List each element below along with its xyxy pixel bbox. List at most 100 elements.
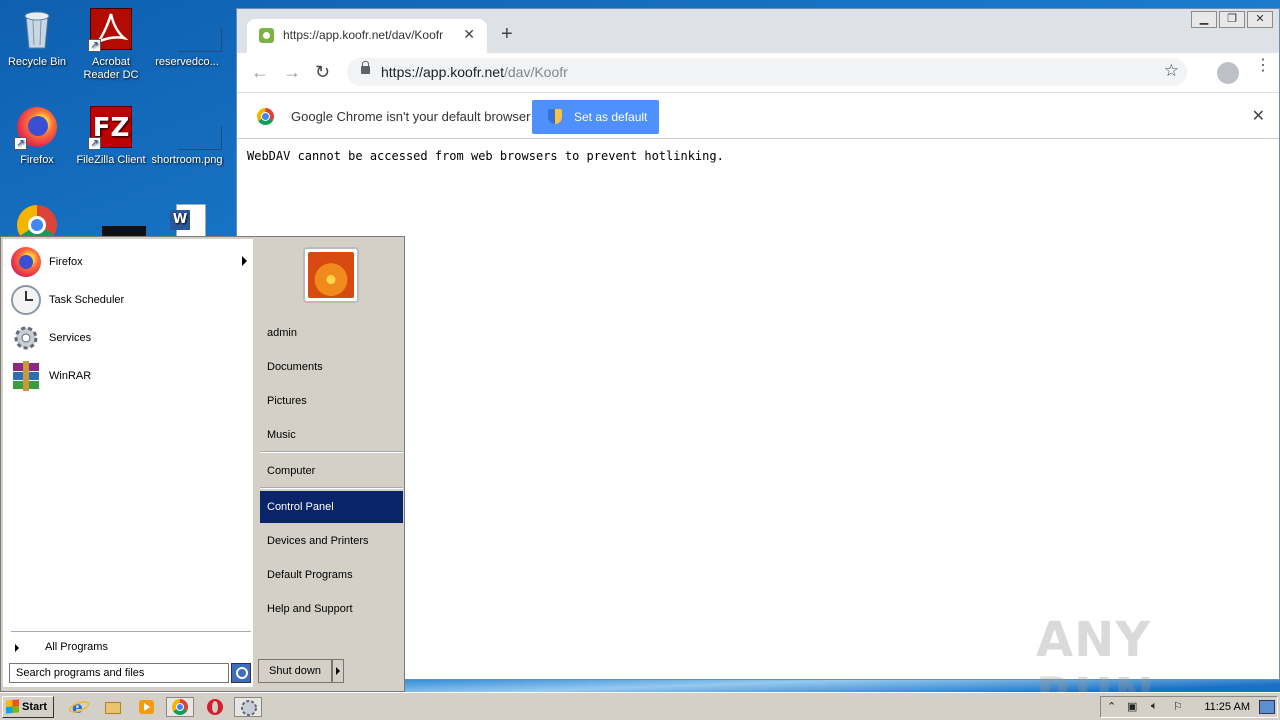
tab-koofr[interactable]: https://app.koofr.net/dav/Koofr ✕ bbox=[247, 19, 487, 53]
desktop-icon-firefox[interactable]: ↗ Firefox bbox=[0, 104, 74, 167]
start-place-documents[interactable]: Documents bbox=[260, 351, 403, 383]
infobar-message: Google Chrome isn't your default browser bbox=[291, 109, 531, 124]
action-center-flag-icon[interactable]: ⚐ bbox=[1173, 700, 1183, 713]
start-place-control-panel[interactable]: Control Panel bbox=[260, 491, 403, 523]
shortcut-arrow-icon: ↗ bbox=[14, 137, 27, 150]
tab-title: https://app.koofr.net/dav/Koofr bbox=[283, 28, 444, 42]
recycle-bin-icon bbox=[14, 6, 60, 52]
forward-icon[interactable]: → bbox=[283, 62, 301, 83]
start-item-label: WinRAR bbox=[49, 370, 92, 382]
default-browser-infobar: Google Chrome isn't your default browser… bbox=[237, 93, 1279, 139]
address-url: https://app.koofr.net/dav/Koofr bbox=[381, 64, 568, 80]
set-as-default-label: Set as default bbox=[574, 110, 648, 124]
koofr-favicon-icon bbox=[259, 28, 274, 43]
desktop-icon-filezilla[interactable]: FZ ↗ FileZilla Client bbox=[74, 104, 148, 167]
lock-icon bbox=[361, 61, 370, 74]
minimize-icon[interactable]: ▁ bbox=[1191, 11, 1217, 28]
shortcut-arrow-icon: ↗ bbox=[88, 137, 101, 150]
start-place-music[interactable]: Music bbox=[260, 419, 403, 451]
desktop-icon-acrobat[interactable]: ↗ Acrobat Reader DC bbox=[74, 6, 148, 82]
start-item-task-scheduler[interactable]: Task Scheduler bbox=[11, 283, 251, 317]
opera-icon[interactable] bbox=[204, 697, 226, 717]
separator bbox=[260, 451, 403, 453]
start-place-help-and-support[interactable]: Help and Support bbox=[260, 593, 403, 625]
desktop-icon-reservedco[interactable]: reservedco... bbox=[150, 6, 224, 69]
gear-icon bbox=[11, 323, 41, 353]
start-button[interactable]: Start bbox=[2, 696, 54, 718]
url-path: /dav/Koofr bbox=[503, 64, 568, 80]
desktop-icon-label: reservedco... bbox=[155, 56, 219, 68]
start-item-firefox[interactable]: Firefox bbox=[11, 245, 251, 279]
menu-dots-icon[interactable]: ⋮ bbox=[1255, 58, 1271, 74]
start-menu-programs-pane: Firefox Task Scheduler Services WinRAR A… bbox=[3, 239, 253, 687]
image-file-icon bbox=[164, 104, 222, 150]
separator bbox=[260, 487, 403, 489]
new-tab-icon[interactable]: + bbox=[501, 23, 513, 46]
shut-down-options-arrow-icon[interactable] bbox=[332, 659, 344, 683]
close-window-icon[interactable]: ✕ bbox=[1247, 11, 1273, 28]
start-item-services[interactable]: Services bbox=[11, 321, 251, 355]
browser-toolbar: ← → ↻ https://app.koofr.net/dav/Koofr ☆ … bbox=[237, 53, 1279, 93]
desktop-icon-label: Firefox bbox=[20, 154, 54, 166]
start-item-label: Task Scheduler bbox=[49, 294, 125, 306]
filezilla-icon: FZ ↗ bbox=[88, 104, 134, 150]
desktop-icon-label: FileZilla Client bbox=[76, 154, 146, 166]
volume-icon[interactable]: 🔈︎ bbox=[1151, 700, 1158, 713]
window-controls: ▁ ❐ ✕ bbox=[1191, 11, 1273, 28]
all-programs-label: All Programs bbox=[45, 641, 108, 653]
expand-arrow-icon bbox=[15, 644, 19, 652]
windows-flag-icon bbox=[6, 699, 19, 714]
page-content: WebDAV cannot be accessed from web brows… bbox=[247, 149, 724, 163]
desktop-icon-shortroom[interactable]: shortroom.png bbox=[150, 104, 224, 167]
back-icon[interactable]: ← bbox=[251, 62, 269, 83]
shortcut-arrow-icon: ↗ bbox=[88, 39, 101, 52]
start-item-label: Firefox bbox=[49, 256, 83, 268]
bookmark-star-icon[interactable]: ☆ bbox=[1164, 61, 1179, 81]
media-player-icon[interactable] bbox=[136, 697, 158, 717]
flower-picture-icon bbox=[308, 252, 354, 298]
user-avatar[interactable] bbox=[303, 247, 359, 303]
reload-icon[interactable]: ↻ bbox=[315, 62, 330, 83]
close-infobar-icon[interactable]: ✕ bbox=[1252, 106, 1265, 126]
start-menu: Firefox Task Scheduler Services WinRAR A… bbox=[0, 236, 405, 692]
desktop-icon-label: shortroom.png bbox=[151, 154, 223, 166]
start-item-winrar[interactable]: WinRAR bbox=[11, 359, 251, 393]
set-as-default-button[interactable]: Set as default bbox=[532, 100, 659, 134]
url-host: https://app.koofr.net bbox=[381, 64, 504, 80]
chrome-logo-icon bbox=[257, 108, 274, 125]
shut-down-button[interactable]: Shut down bbox=[258, 659, 332, 683]
desktop-icon-recycle-bin[interactable]: Recycle Bin bbox=[0, 6, 74, 69]
start-search: Search programs and files bbox=[9, 663, 252, 685]
start-item-label: Services bbox=[49, 332, 92, 344]
tab-strip: https://app.koofr.net/dav/Koofr ✕ + ▁ ❐ … bbox=[237, 9, 1279, 53]
submenu-arrow-icon bbox=[242, 256, 247, 266]
restore-icon[interactable]: ❐ bbox=[1219, 11, 1245, 28]
start-place-computer[interactable]: Computer bbox=[260, 455, 403, 487]
folder-icon[interactable] bbox=[102, 697, 124, 717]
profile-avatar-icon[interactable] bbox=[1217, 62, 1239, 84]
close-tab-icon[interactable]: ✕ bbox=[463, 26, 475, 43]
chrome-taskbar-icon[interactable] bbox=[166, 697, 194, 717]
internet-explorer-icon[interactable]: e bbox=[68, 697, 90, 718]
start-menu-places-pane: admin Documents Pictures Music Computer … bbox=[256, 239, 404, 687]
clock[interactable]: 11:25 AM bbox=[1204, 701, 1250, 713]
file-icon bbox=[164, 6, 222, 52]
start-place-devices-and-printers[interactable]: Devices and Printers bbox=[260, 525, 403, 557]
services-taskbar-icon[interactable] bbox=[234, 697, 262, 717]
network-icon[interactable]: ▣ bbox=[1127, 700, 1137, 713]
system-tray: ⌃ ▣ 🔈︎ ⚐ 11:25 AM bbox=[1100, 696, 1278, 718]
acrobat-icon: ↗ bbox=[88, 6, 134, 52]
start-label: Start bbox=[22, 701, 48, 713]
address-bar[interactable]: https://app.koofr.net/dav/Koofr ☆ bbox=[347, 58, 1187, 86]
svg-text:e: e bbox=[72, 698, 83, 717]
show-hidden-icons-icon[interactable]: ⌃ bbox=[1107, 700, 1116, 713]
show-desktop-icon[interactable] bbox=[1259, 700, 1275, 714]
search-icon[interactable] bbox=[231, 663, 251, 683]
winrar-icon bbox=[11, 361, 41, 391]
firefox-icon: ↗ bbox=[14, 104, 60, 150]
all-programs-button[interactable]: All Programs bbox=[11, 631, 251, 653]
start-place-default-programs[interactable]: Default Programs bbox=[260, 559, 403, 591]
search-input[interactable]: Search programs and files bbox=[9, 663, 229, 683]
start-place-pictures[interactable]: Pictures bbox=[260, 385, 403, 417]
start-place-admin[interactable]: admin bbox=[260, 317, 403, 349]
